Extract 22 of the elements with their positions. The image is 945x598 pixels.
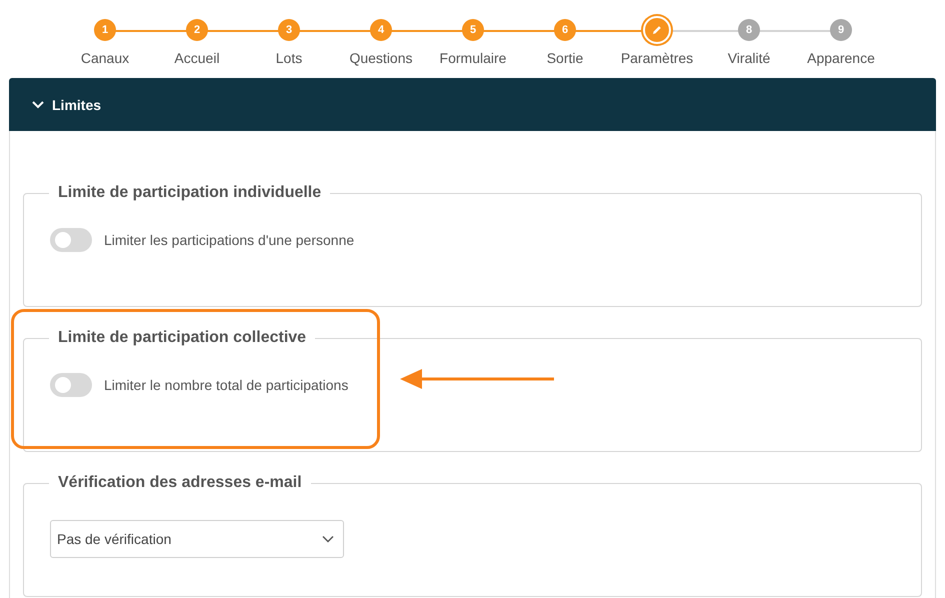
fieldset-legend: Limite de participation individuelle: [49, 184, 330, 202]
step-label[interactable]: Paramètres: [620, 50, 694, 66]
step-label[interactable]: Apparence: [807, 50, 875, 66]
step-circle[interactable]: [643, 16, 671, 44]
step-label[interactable]: Formulaire: [440, 50, 506, 66]
toggle-label: Limiter les participations d'une personne: [104, 232, 354, 248]
step-label[interactable]: Viralité: [728, 50, 770, 66]
select-dropdown[interactable]: Pas de vérification: [50, 520, 344, 558]
pencil-icon: [651, 24, 663, 36]
fieldset-legend: Limite de participation collective: [49, 329, 316, 347]
toggle-switch[interactable]: [50, 228, 92, 252]
chevron-down-icon: [322, 535, 334, 543]
step-label[interactable]: Accueil: [174, 50, 220, 66]
section-title: Limites: [52, 96, 102, 112]
fieldset-legend: Vérification des adresses e-mail: [49, 474, 311, 492]
toggle-switch[interactable]: [50, 373, 92, 397]
step-label[interactable]: Sortie: [546, 50, 584, 66]
step-label[interactable]: Lots: [276, 50, 302, 66]
section-header[interactable]: Limites: [9, 78, 936, 131]
step-label[interactable]: Canaux: [80, 50, 130, 66]
toggle-label: Limiter le nombre total de participations: [104, 377, 348, 393]
step-label[interactable]: Questions: [349, 50, 413, 66]
